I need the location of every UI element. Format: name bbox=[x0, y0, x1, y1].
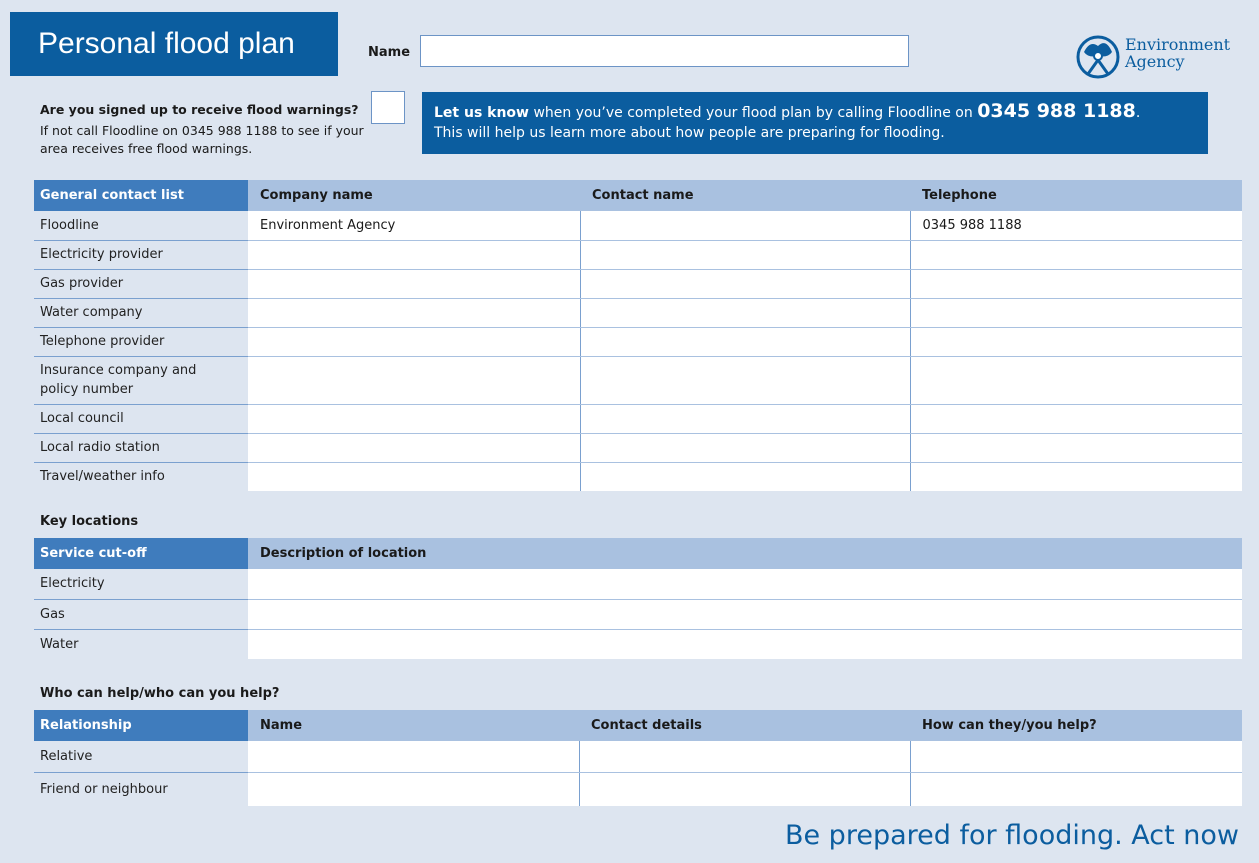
contact-list-table: General contact list Company name Contac… bbox=[34, 180, 1242, 491]
telephone-cell[interactable] bbox=[909, 298, 1242, 328]
table-row: Friend or neighbour bbox=[34, 772, 1242, 806]
column-header-how-help: How can they/you help? bbox=[910, 710, 1242, 741]
description-cell[interactable] bbox=[248, 599, 1242, 630]
table-row: Gas bbox=[34, 599, 1242, 630]
contact-cell[interactable] bbox=[579, 240, 910, 270]
column-header-relationship: Relationship bbox=[34, 710, 248, 741]
telephone-cell[interactable] bbox=[909, 404, 1242, 434]
name-field[interactable] bbox=[420, 35, 909, 67]
column-header-general: General contact list bbox=[34, 180, 248, 211]
name-cell[interactable] bbox=[248, 741, 579, 773]
table-row: Insurance company and policy number bbox=[34, 356, 1242, 405]
contact-details-cell[interactable] bbox=[578, 772, 910, 806]
column-header-name: Name bbox=[248, 710, 579, 741]
row-label: Floodline bbox=[34, 211, 248, 241]
description-cell[interactable] bbox=[248, 569, 1242, 600]
contact-details-cell[interactable] bbox=[578, 741, 910, 773]
telephone-cell[interactable]: 0345 988 1188 bbox=[909, 211, 1242, 241]
company-cell[interactable] bbox=[248, 327, 580, 357]
environment-agency-logo-icon bbox=[1076, 35, 1120, 79]
row-label: Water bbox=[40, 636, 79, 652]
company-cell[interactable] bbox=[248, 404, 580, 434]
row-label: Friend or neighbour bbox=[40, 781, 168, 797]
helpers-header-row: Relationship Name Contact details How ca… bbox=[34, 710, 1242, 741]
table-row: Local council bbox=[34, 404, 1242, 434]
company-cell[interactable]: Environment Agency bbox=[248, 211, 580, 241]
warnings-checkbox[interactable] bbox=[371, 91, 405, 124]
telephone-cell[interactable] bbox=[909, 327, 1242, 357]
contact-cell[interactable] bbox=[579, 462, 910, 491]
contact-cell[interactable] bbox=[579, 269, 910, 299]
company-cell[interactable] bbox=[248, 298, 580, 328]
telephone-cell[interactable] bbox=[909, 240, 1242, 270]
table-row: Gas provider bbox=[34, 269, 1242, 299]
floodline-number: 0345 988 1188 bbox=[977, 100, 1136, 122]
row-label: Local radio station bbox=[34, 433, 248, 463]
banner-line-1: Let us know when you’ve completed your f… bbox=[434, 101, 1196, 123]
warnings-subtext: If not call Floodline on 0345 988 1188 t… bbox=[40, 123, 364, 156]
floodline-banner: Let us know when you’ve completed your f… bbox=[422, 92, 1208, 154]
row-label: Gas bbox=[34, 599, 248, 630]
row-label: Insurance company and policy number bbox=[34, 356, 248, 405]
help-cell[interactable] bbox=[909, 772, 1242, 806]
locations-header-row: Service cut-off Description of location bbox=[34, 538, 1242, 569]
contact-cell[interactable] bbox=[579, 433, 910, 463]
company-cell[interactable] bbox=[248, 240, 580, 270]
banner-line-2: This will help us learn more about how p… bbox=[434, 125, 945, 141]
company-cell[interactable] bbox=[248, 433, 580, 463]
column-header-contact: Contact name bbox=[580, 180, 910, 211]
logo-text: Environment Agency bbox=[1125, 35, 1231, 71]
banner-bold: Let us know bbox=[434, 105, 529, 121]
contact-cell[interactable] bbox=[579, 211, 910, 241]
company-cell[interactable] bbox=[248, 462, 580, 491]
column-header-description: Description of location bbox=[248, 538, 1242, 569]
contact-cell[interactable] bbox=[579, 298, 910, 328]
warnings-question: Are you signed up to receive flood warni… bbox=[40, 102, 359, 117]
telephone-cell[interactable] bbox=[909, 356, 1242, 405]
footer-slogan: Be prepared for flooding. Act now bbox=[784, 820, 1239, 851]
banner-text-end: . bbox=[1135, 105, 1141, 121]
table-row: Travel/weather info bbox=[34, 462, 1242, 491]
row-label: Travel/weather info bbox=[40, 469, 165, 485]
page-title: Personal flood plan bbox=[10, 12, 338, 76]
who-can-help-table: Relationship Name Contact details How ca… bbox=[34, 710, 1242, 806]
row-label: Gas provider bbox=[34, 269, 248, 299]
company-cell[interactable] bbox=[248, 356, 580, 405]
row-label: Electricity bbox=[34, 569, 248, 600]
company-cell[interactable] bbox=[248, 269, 580, 299]
table-row: Relative bbox=[34, 741, 1242, 773]
description-cell[interactable] bbox=[248, 629, 1242, 659]
table-row: Local radio station bbox=[34, 433, 1242, 463]
name-cell[interactable] bbox=[248, 772, 579, 806]
row-label: Water company bbox=[34, 298, 248, 328]
table-row: Electricity provider bbox=[34, 240, 1242, 270]
key-locations-title: Key locations bbox=[40, 514, 139, 529]
row-label: Electricity provider bbox=[34, 240, 248, 270]
column-header-service: Service cut-off bbox=[34, 538, 248, 569]
table-row: Telephone provider bbox=[34, 327, 1242, 357]
telephone-cell[interactable] bbox=[909, 462, 1242, 491]
who-can-help-title: Who can help/who can you help? bbox=[40, 686, 280, 701]
table-row: Floodline Environment Agency 0345 988 11… bbox=[34, 211, 1242, 241]
key-locations-table: Service cut-off Description of location … bbox=[34, 538, 1242, 659]
table-row: Water bbox=[34, 629, 1242, 659]
table-row: Water company bbox=[34, 298, 1242, 328]
contact-cell[interactable] bbox=[579, 356, 910, 405]
row-label: Relative bbox=[34, 741, 248, 773]
help-cell[interactable] bbox=[909, 741, 1242, 773]
contact-cell[interactable] bbox=[579, 327, 910, 357]
row-label: Local council bbox=[34, 404, 248, 434]
banner-text: when you’ve completed your flood plan by… bbox=[529, 105, 978, 121]
column-header-company: Company name bbox=[248, 180, 580, 211]
row-label: Telephone provider bbox=[34, 327, 248, 357]
table-row: Electricity bbox=[34, 569, 1242, 600]
column-header-contact-details: Contact details bbox=[579, 710, 910, 741]
telephone-cell[interactable] bbox=[909, 269, 1242, 299]
telephone-cell[interactable] bbox=[909, 433, 1242, 463]
contact-cell[interactable] bbox=[579, 404, 910, 434]
contact-list-header-row: General contact list Company name Contac… bbox=[34, 180, 1242, 211]
column-header-telephone: Telephone bbox=[910, 180, 1242, 211]
name-label: Name bbox=[368, 45, 411, 60]
